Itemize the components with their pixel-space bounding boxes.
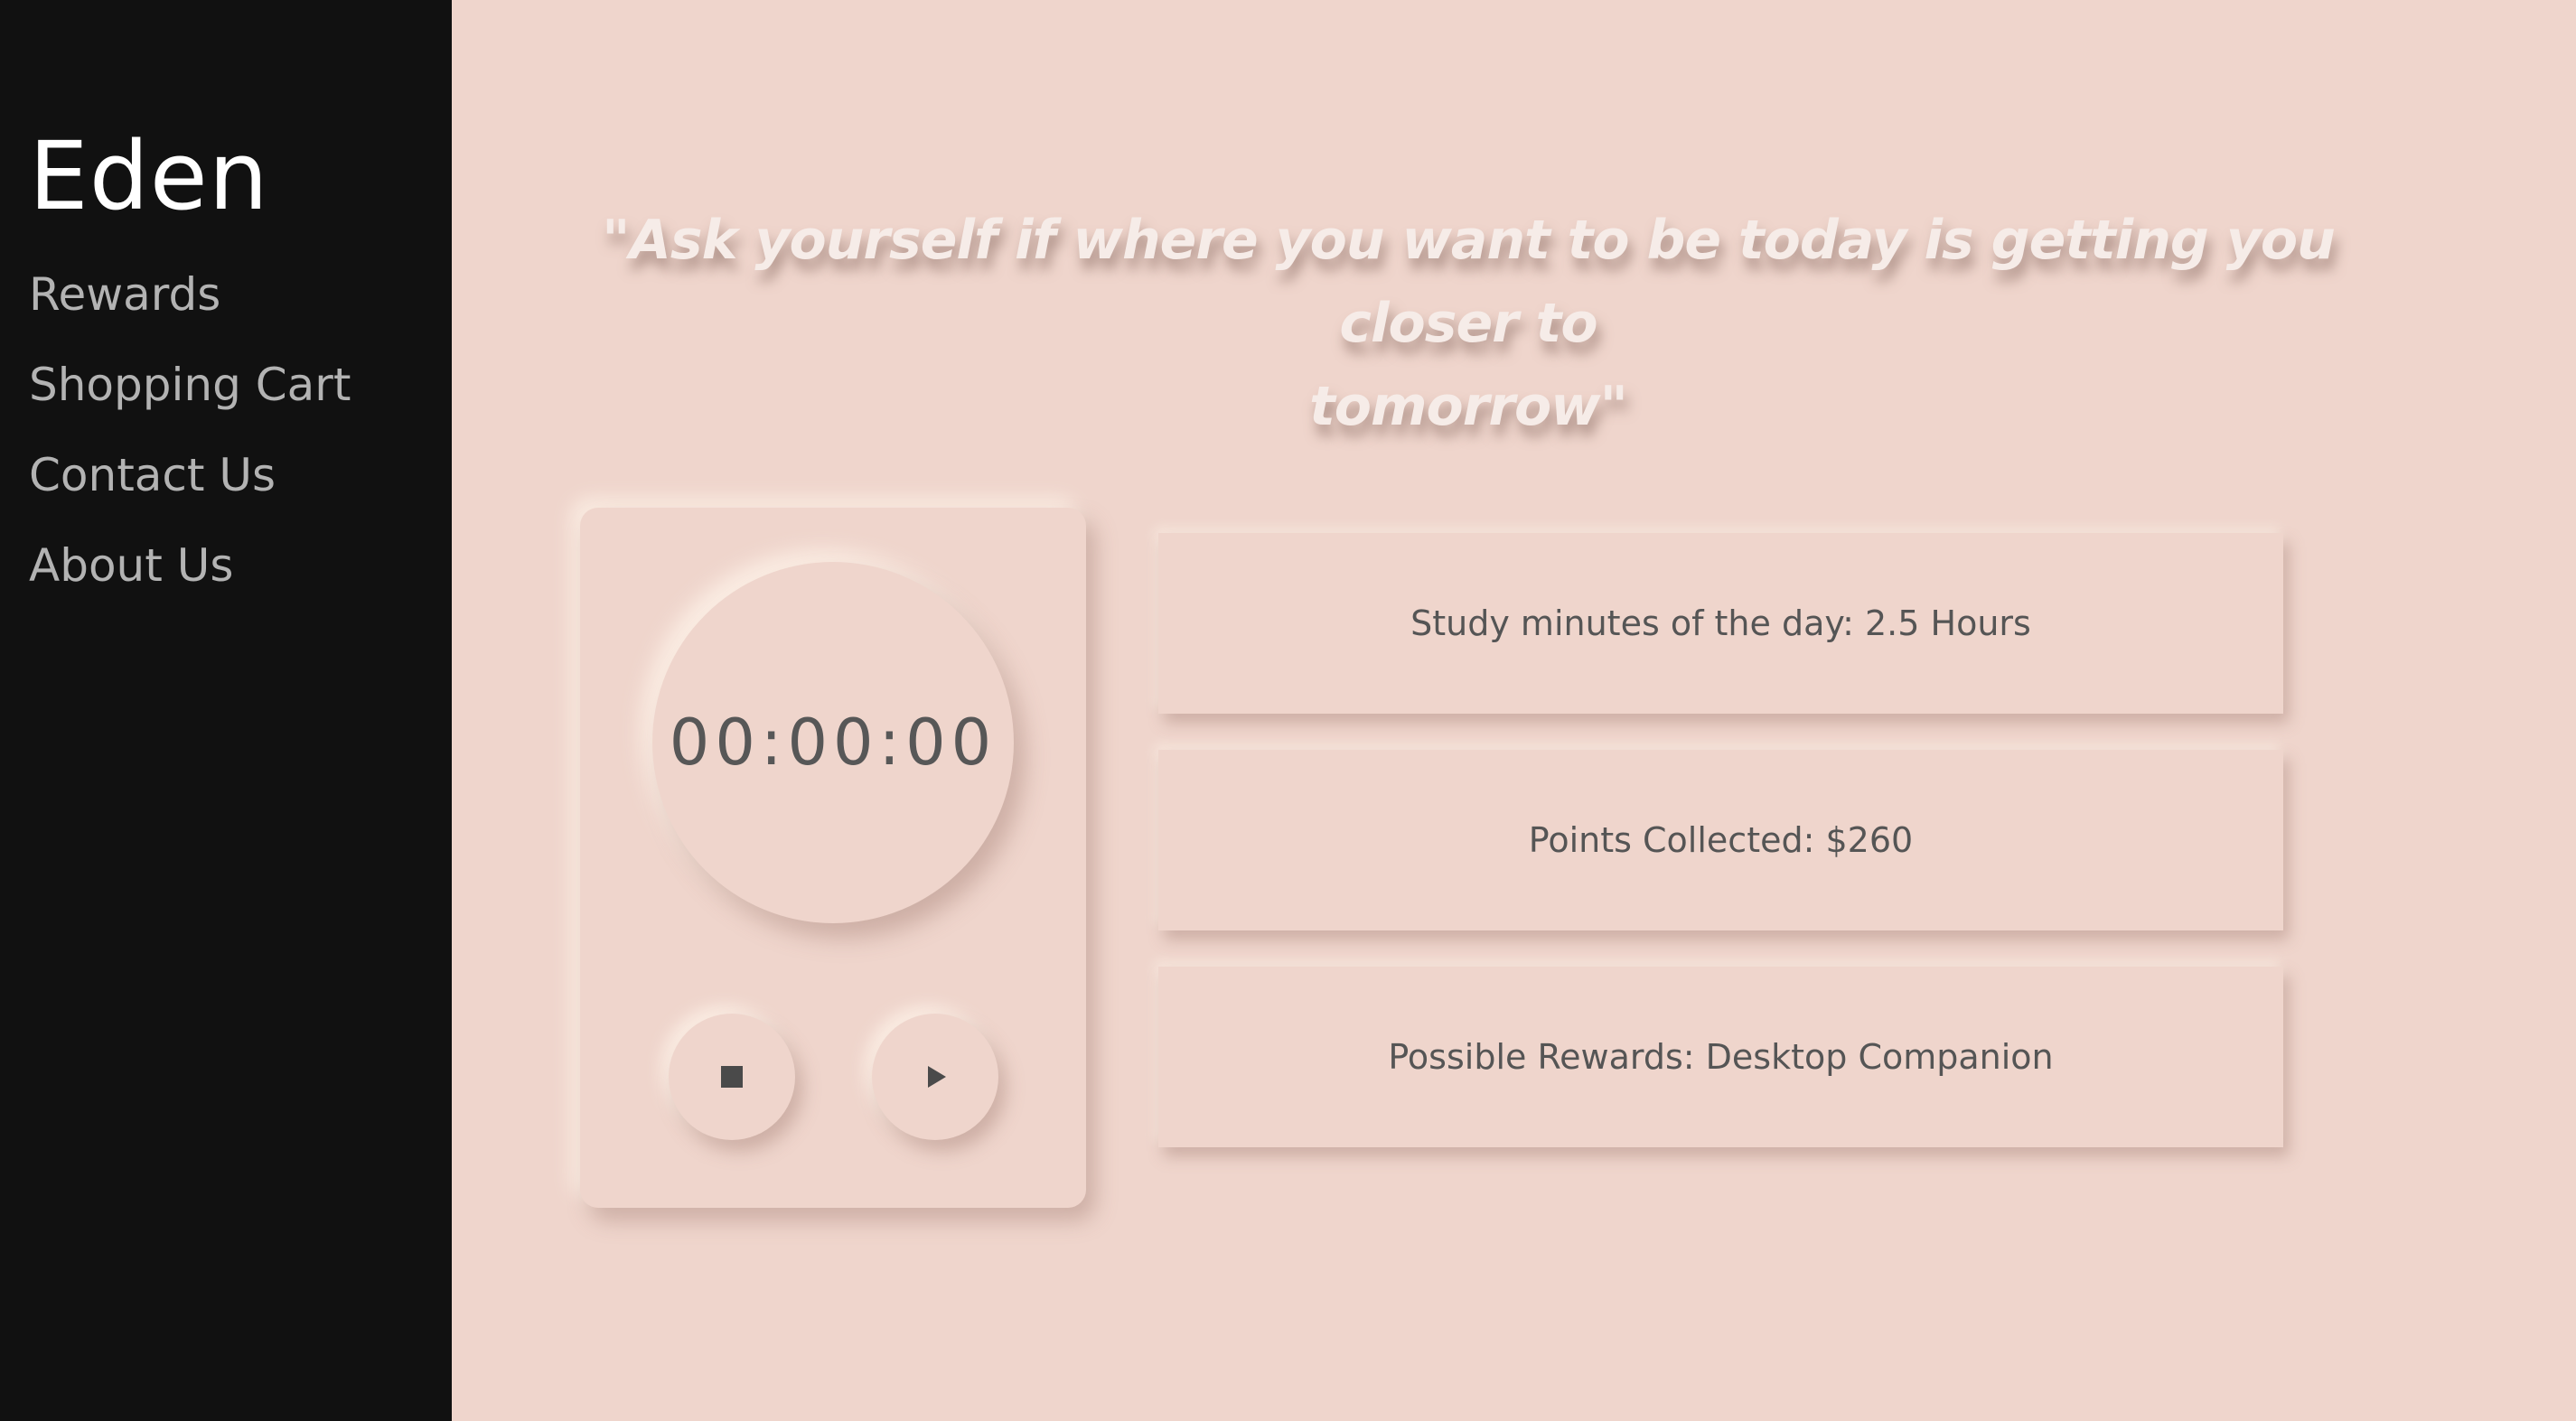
quote-line-1: "Ask yourself if where you want to be to… xyxy=(602,209,2336,355)
stop-button[interactable] xyxy=(669,1014,795,1140)
possible-rewards-text: Possible Rewards: Desktop Companion xyxy=(1388,1037,2054,1077)
sidebar-nav: Rewards Shopping Cart Contact Us About U… xyxy=(29,267,351,629)
points-collected-card: Points Collected: $260 xyxy=(1158,750,2283,930)
timer-display: 00:00:00 xyxy=(669,706,998,780)
points-collected-text: Points Collected: $260 xyxy=(1528,820,1914,860)
quote: "Ask yourself if where you want to be to… xyxy=(542,199,2394,448)
sidebar-item-contact-us[interactable]: Contact Us xyxy=(29,448,351,502)
sidebar-item-about-us[interactable]: About Us xyxy=(29,538,351,593)
brand-logo[interactable]: Eden xyxy=(29,117,269,235)
stop-icon xyxy=(721,1066,743,1088)
sidebar-item-shopping-cart[interactable]: Shopping Cart xyxy=(29,358,351,412)
play-button[interactable] xyxy=(872,1014,998,1140)
main-content: "Ask yourself if where you want to be to… xyxy=(452,0,2576,1421)
sidebar: Eden Rewards Shopping Cart Contact Us Ab… xyxy=(0,0,452,1421)
quote-line-2: tomorrow" xyxy=(1309,375,1628,438)
possible-rewards-card: Possible Rewards: Desktop Companion xyxy=(1158,967,2283,1147)
play-icon xyxy=(928,1066,946,1088)
study-minutes-text: Study minutes of the day: 2.5 Hours xyxy=(1410,603,2031,643)
timer-clock: 00:00:00 xyxy=(652,562,1014,923)
timer-card: 00:00:00 xyxy=(580,508,1086,1208)
study-minutes-card: Study minutes of the day: 2.5 Hours xyxy=(1158,533,2283,714)
sidebar-item-rewards[interactable]: Rewards xyxy=(29,267,351,322)
